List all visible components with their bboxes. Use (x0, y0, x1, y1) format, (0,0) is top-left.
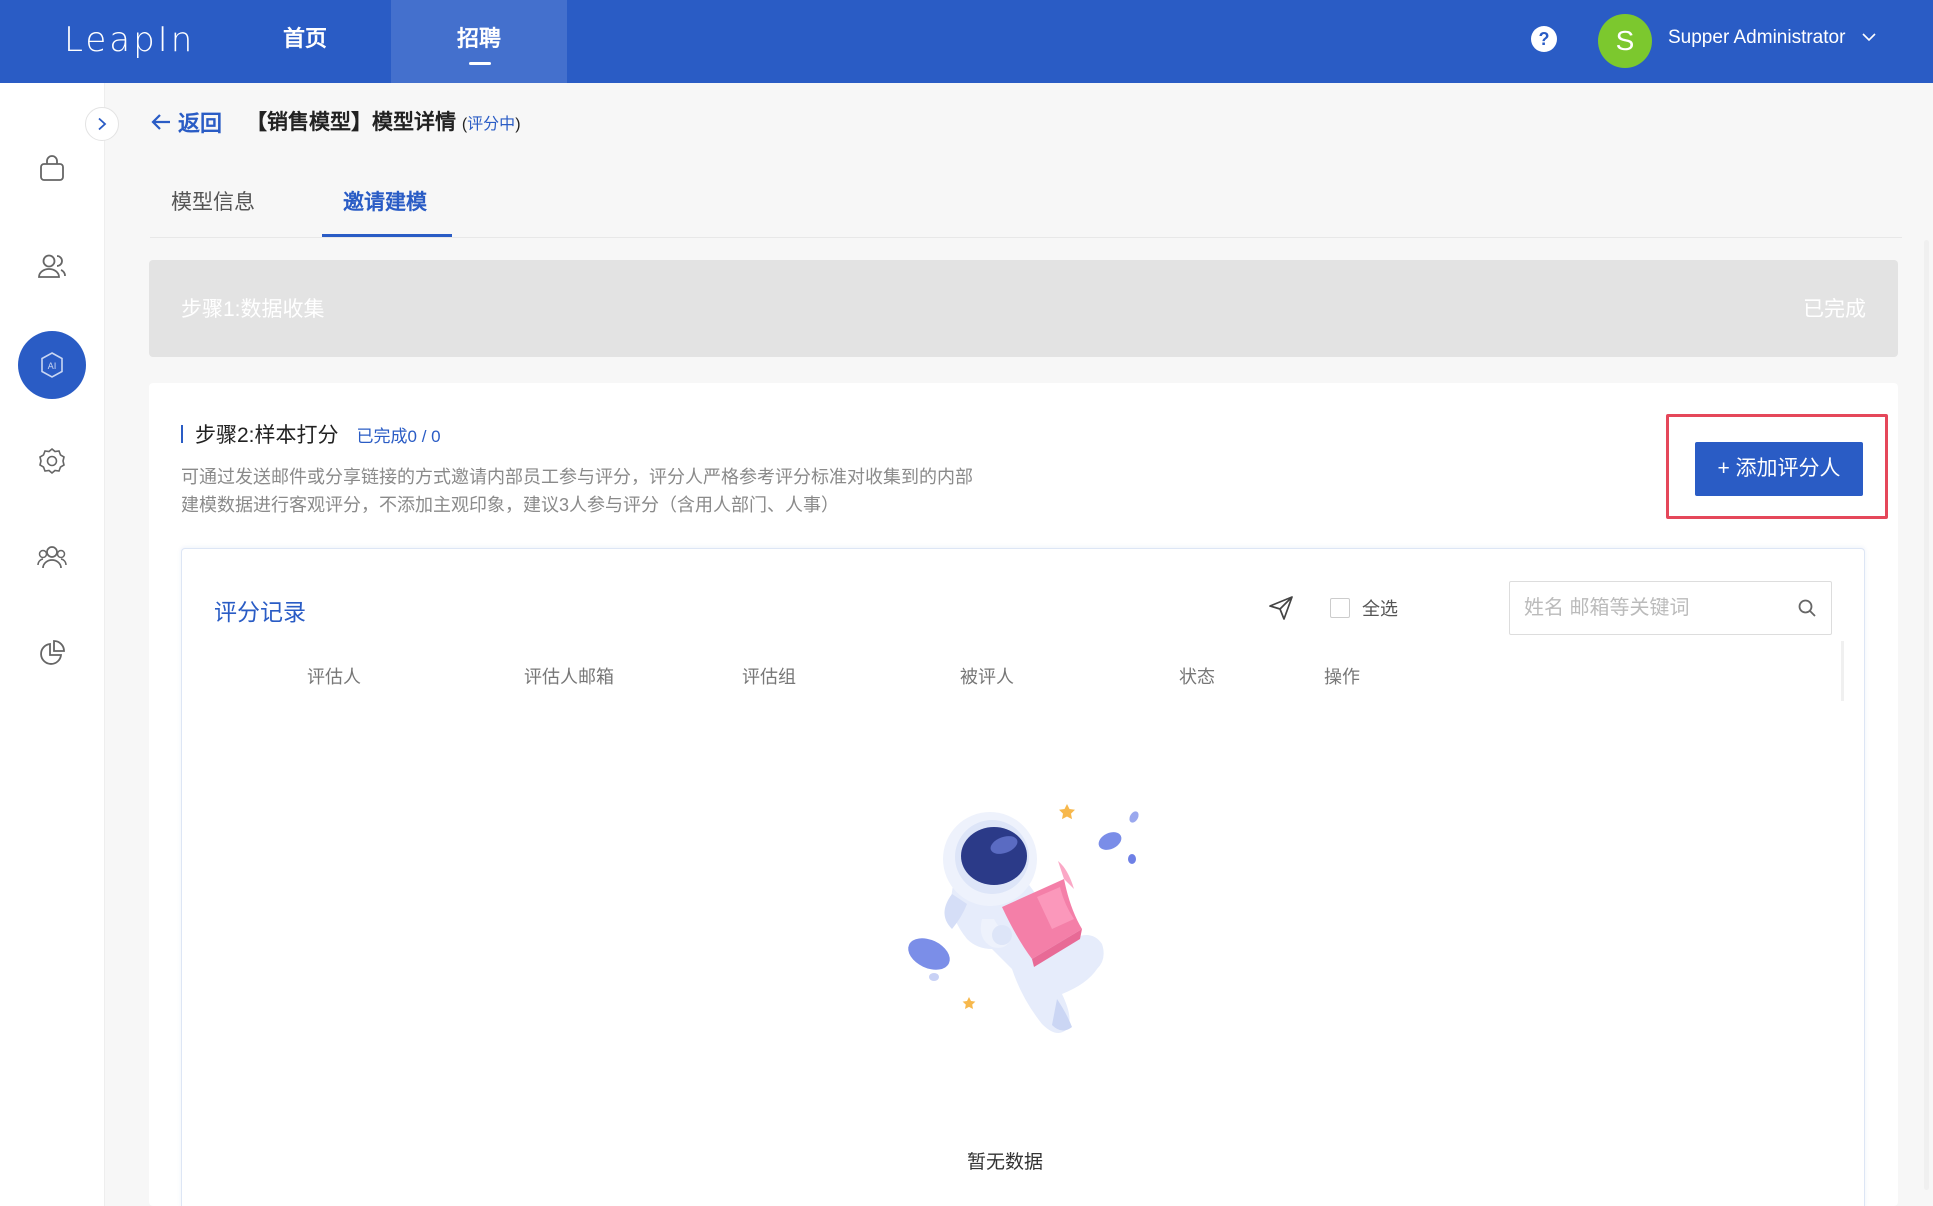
checkbox-box (1330, 598, 1350, 618)
step1-panel[interactable]: 步骤1:数据收集 已完成 (149, 260, 1898, 357)
title-accent-bar (181, 425, 183, 443)
chevron-down-icon[interactable] (1860, 28, 1878, 46)
avatar[interactable]: S (1598, 14, 1652, 68)
step2-progress: 已完成0 / 0 (356, 426, 441, 446)
help-icon[interactable]: ? (1531, 26, 1557, 52)
step1-status: 已完成 (1803, 298, 1866, 321)
page-title: 【销售模型】模型详情 (评分中) (246, 106, 521, 136)
add-rater-button[interactable]: + 添加评分人 (1695, 442, 1863, 496)
status-close-paren: ) (515, 116, 521, 133)
active-tab-indicator (322, 234, 452, 237)
nav-active-indicator (469, 62, 491, 65)
team-icon[interactable] (36, 541, 68, 573)
scrollbar[interactable] (1924, 240, 1929, 1190)
step2-title: 步骤2:样本打分 (195, 424, 339, 447)
app-logo[interactable]: LeapIn (64, 20, 195, 60)
send-icon[interactable] (1267, 594, 1295, 622)
users-icon[interactable] (36, 250, 68, 282)
back-link[interactable]: 返回 (150, 106, 222, 138)
chart-icon[interactable] (36, 637, 68, 669)
bag-icon[interactable] (36, 153, 68, 185)
tab-invite-modeling[interactable]: 邀请建模 (343, 186, 427, 216)
col-rater-email: 评估人邮箱 (524, 667, 614, 687)
step1-title: 步骤1:数据收集 (181, 298, 325, 321)
records-title: 评分记录 (214, 599, 306, 625)
empty-state-text: 暂无数据 (967, 1152, 1044, 1173)
select-all-label: 全选 (1362, 599, 1398, 619)
arrow-left-icon (151, 114, 170, 130)
step2-description: 可通过发送邮件或分享链接的方式邀请内部员工参与评分，评分人严格参考评分标准对收集… (181, 467, 973, 515)
search-icon[interactable] (1797, 598, 1817, 618)
astronaut-empty-illustration (908, 804, 1139, 1033)
tab-model-info[interactable]: 模型信息 (171, 186, 255, 216)
col-ratee: 被评人 (960, 667, 1014, 687)
select-all-checkbox[interactable]: 全选 (1330, 595, 1398, 621)
top-navbar: LeapIn 首页 招聘 ? S Supper Administrator (0, 0, 1933, 83)
sidebar-collapse-button[interactable] (85, 107, 119, 141)
nav-home[interactable]: 首页 (250, 0, 360, 83)
search-input[interactable] (1510, 582, 1790, 634)
table-header: 评估人 评估人邮箱 评估组 被评人 状态 操作 (182, 641, 1844, 701)
col-rating-group: 评估组 (742, 667, 796, 687)
rating-records-panel: 评分记录 全选 评估人 评估人邮箱 评估组 被评人 状态 操作 (181, 548, 1865, 1206)
user-menu[interactable]: Supper Administrator (1668, 27, 1845, 49)
page-title-text: 【销售模型】模型详情 (246, 111, 456, 134)
col-actions: 操作 (1324, 667, 1360, 687)
tab-bar: 模型信息 邀请建模 (150, 176, 1902, 238)
status-text: 评分中 (467, 116, 516, 133)
col-status: 状态 (1179, 667, 1215, 687)
back-label: 返回 (178, 111, 223, 136)
col-rater: 评估人 (307, 667, 361, 687)
step2-panel: 步骤2:样本打分 已完成0 / 0 可通过发送邮件或分享链接的方式邀请内部员工参… (149, 383, 1898, 1206)
column-divider (1841, 641, 1844, 701)
settings-icon[interactable] (36, 445, 68, 477)
svg-text:AI: AI (48, 362, 57, 372)
status-badge: (评分中) (462, 116, 521, 133)
nav-recruit[interactable]: 招聘 (391, 0, 567, 83)
search-box (1509, 581, 1832, 635)
step2-header: 步骤2:样本打分 已完成0 / 0 (181, 419, 441, 449)
sidebar: AI (0, 83, 105, 1206)
chevron-right-icon (98, 117, 107, 131)
ai-icon[interactable]: AI (18, 331, 86, 399)
nav-recruit-label: 招聘 (456, 26, 501, 51)
